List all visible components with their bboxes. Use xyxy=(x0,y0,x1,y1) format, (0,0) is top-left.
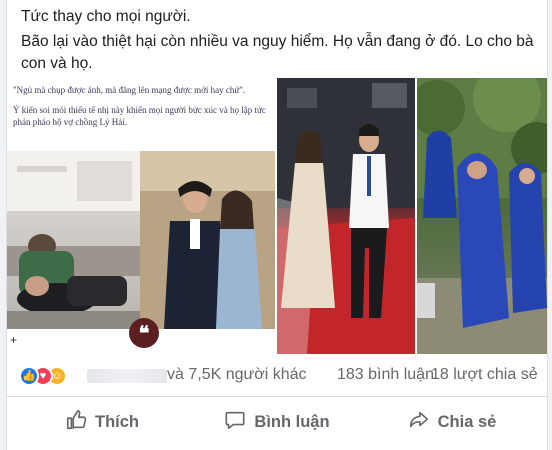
airport-photo xyxy=(7,151,140,329)
post-stats: 👍 ♥ ☺ và 7,5K người khác 183 bình luận 1… xyxy=(7,356,547,397)
quote-badge: ❝ xyxy=(129,318,159,348)
plus-icon: + xyxy=(10,333,18,347)
comment-label: Bình luận xyxy=(254,412,330,431)
quote-text: "Ngủ mà chụp được ảnh, mà đăng lên mạng … xyxy=(13,84,273,136)
news-collage-image[interactable]: "Ngủ mà chụp được ảnh, mà đăng lên mạng … xyxy=(7,78,275,354)
comment-icon xyxy=(224,409,246,436)
thumbs-up-icon xyxy=(65,409,87,436)
share-count[interactable]: 18 lượt chia sẻ xyxy=(431,366,538,384)
share-label: Chia sẻ xyxy=(437,412,497,431)
reaction-count[interactable]: và 7,5K người khác xyxy=(167,366,307,384)
quote-line: "Ngủ mà chụp được ảnh, mà đăng lên mạng … xyxy=(13,85,246,95)
raincoat-photo[interactable] xyxy=(417,78,547,354)
like-label: Thích xyxy=(95,412,139,431)
red-carpet-photo[interactable] xyxy=(277,78,415,354)
post-media[interactable]: "Ngủ mà chụp được ảnh, mà đăng lên mạng … xyxy=(7,78,547,354)
share-button[interactable]: Chia sẻ xyxy=(367,402,537,442)
comment-button[interactable]: Bình luận xyxy=(192,402,362,442)
comment-count[interactable]: 183 bình luận xyxy=(337,366,434,384)
post-card: Tức thay cho mọi người. Bão lại vào thiệ… xyxy=(6,0,548,450)
like-reaction-icon: 👍 xyxy=(19,366,39,386)
blurred-names xyxy=(87,369,167,383)
post-text-line: Tức thay cho mọi người. xyxy=(21,8,191,25)
post-text: Tức thay cho mọi người. Bão lại vào thiệ… xyxy=(21,6,541,75)
share-arrow-icon xyxy=(408,409,430,436)
quote-line: Ý kiến soi mói thiếu tế nhị này khiến mọ… xyxy=(13,105,266,127)
couple-photo xyxy=(140,151,275,329)
reaction-icons[interactable]: 👍 ♥ ☺ xyxy=(19,366,79,386)
like-button[interactable]: Thích xyxy=(17,402,187,442)
post-actions: Thích Bình luận Chia sẻ xyxy=(7,398,547,446)
post-text-line: Bão lại vào thiệt hại còn nhiều va nguy … xyxy=(21,33,534,72)
